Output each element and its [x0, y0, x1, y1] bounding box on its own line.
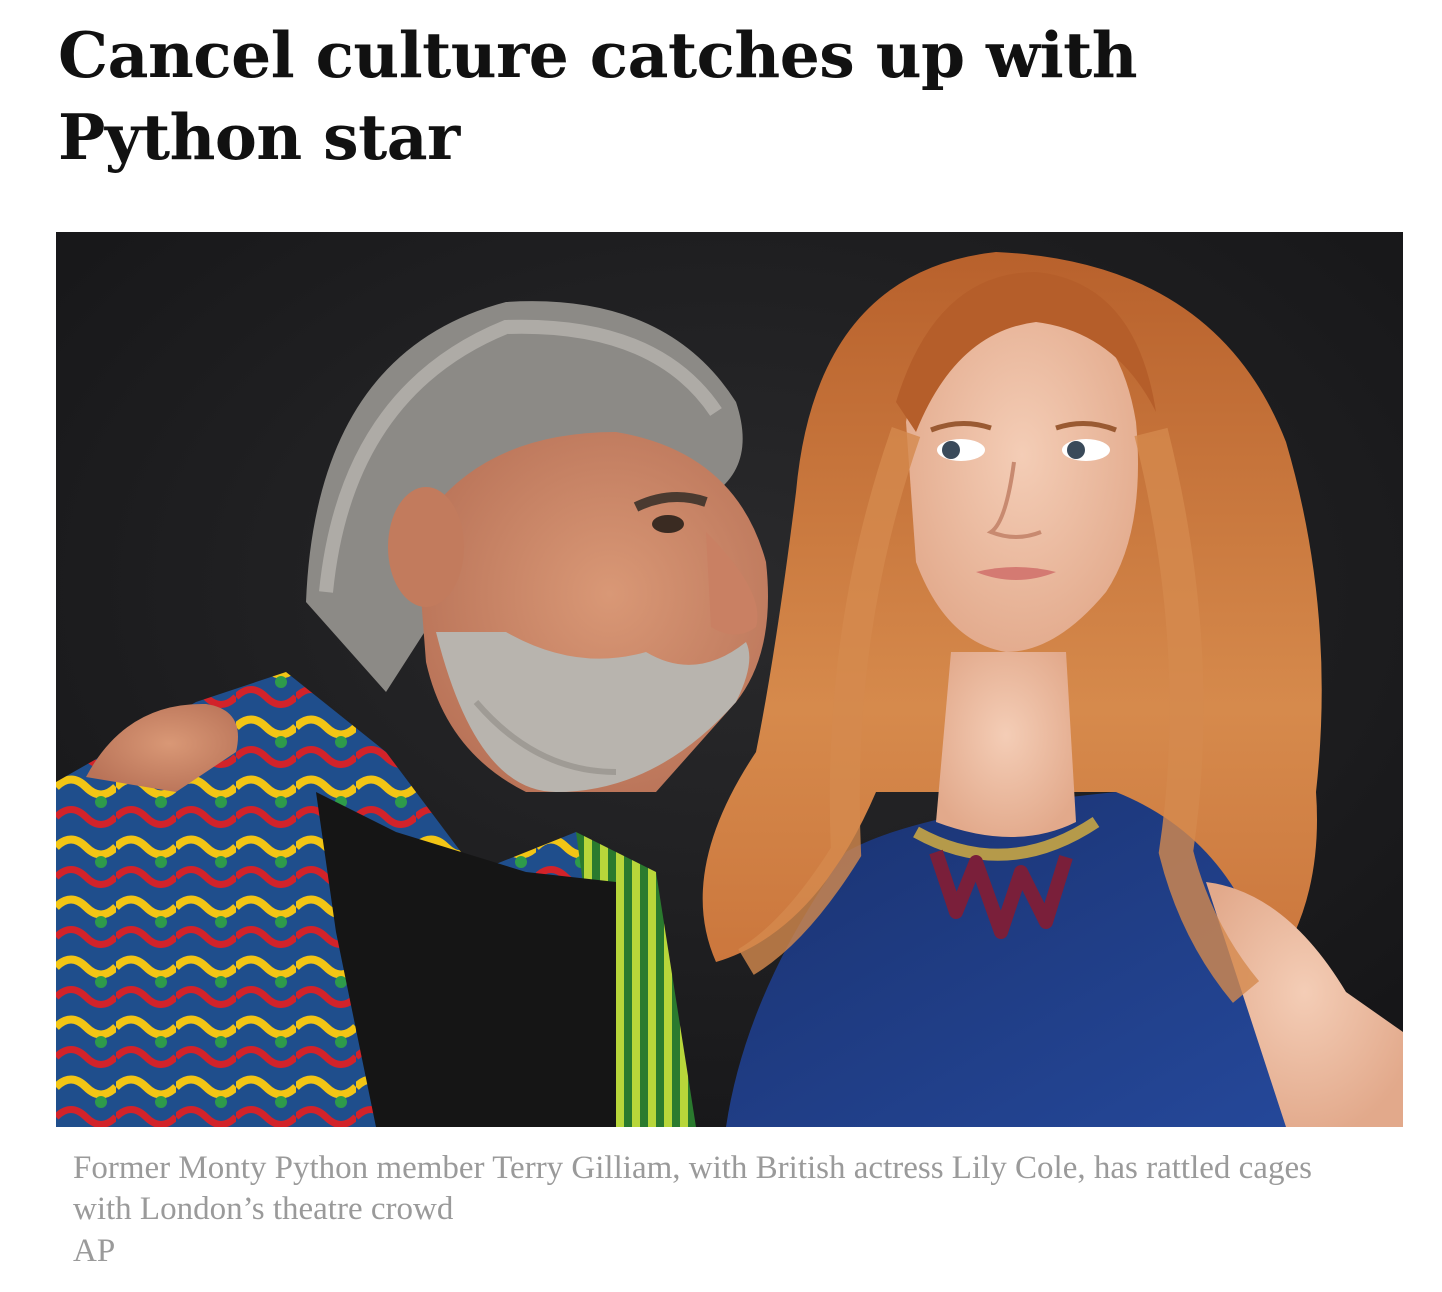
photo-caption: Former Monty Python member Terry Gilliam… [73, 1150, 1312, 1227]
photo-image [56, 232, 1403, 1127]
headline: Cancel culture catches up with Python st… [58, 18, 1138, 174]
article-photo [56, 232, 1403, 1127]
photo-credit: AP [73, 1233, 116, 1269]
